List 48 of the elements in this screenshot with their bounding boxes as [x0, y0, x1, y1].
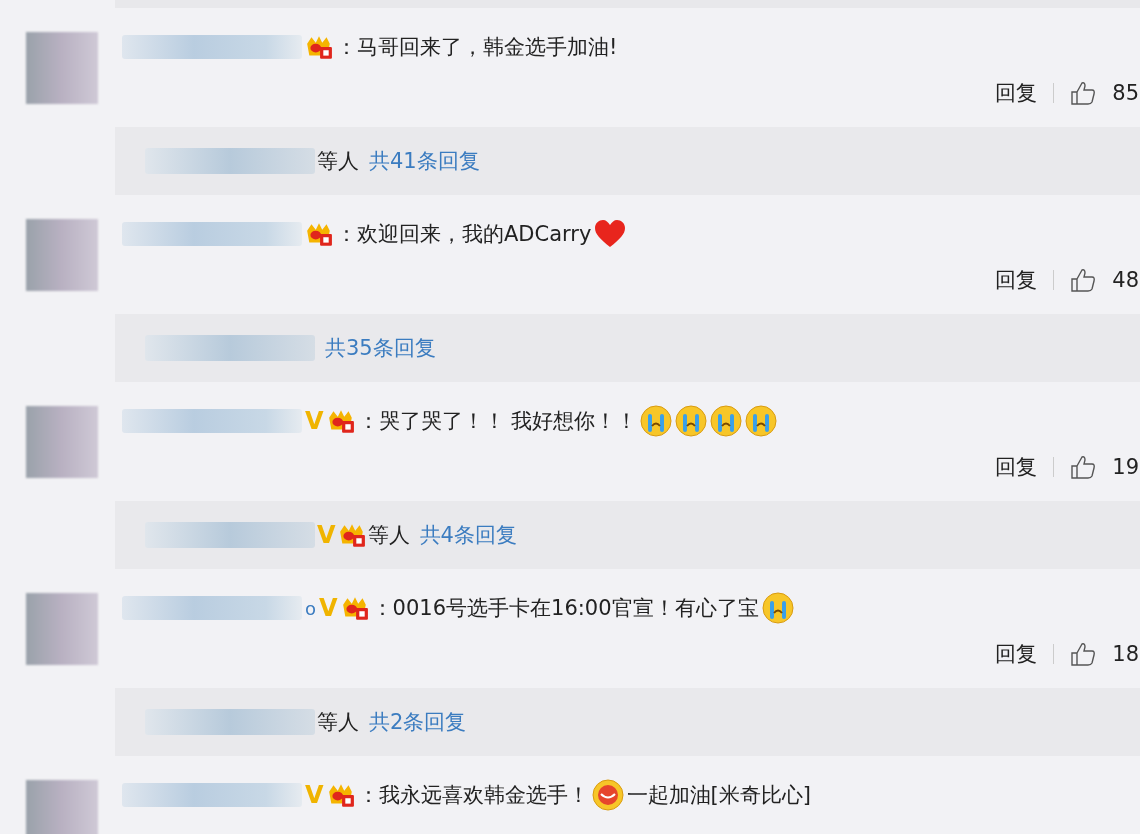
like-count: 18 — [1112, 642, 1139, 666]
avatar-placeholder — [26, 780, 98, 834]
reply-link[interactable]: 回复 — [995, 453, 1038, 481]
comment-text: ：哭了哭了！！ 我好想你！！ — [357, 408, 638, 435]
thumbs-up-icon[interactable] — [1070, 641, 1097, 667]
reply-link[interactable]: 回复 — [995, 640, 1038, 668]
comment-text: ：我永远喜欢韩金选手！ — [357, 782, 589, 809]
crying-face-icon — [640, 405, 673, 437]
comment-text: 一起加油[米奇比心] — [626, 782, 811, 809]
thumbs-up-icon[interactable] — [1070, 454, 1097, 480]
reply-users-text: 等人 — [367, 522, 410, 549]
reply-link[interactable]: 回复 — [995, 79, 1038, 107]
crown-badge-icon — [340, 595, 369, 621]
verified-label: V — [305, 407, 324, 435]
reply-count-link[interactable]: 共35条回复 — [325, 334, 436, 362]
thumbs-up-icon[interactable] — [1070, 267, 1097, 293]
crown-badge-icon — [326, 408, 355, 434]
comment-text: ：0016号选手卡在16:00官宣！有心了宝 — [371, 595, 759, 622]
like-count: 85 — [1112, 81, 1139, 105]
crying-face-icon — [745, 405, 778, 437]
avatar-placeholder — [26, 406, 98, 478]
reply-count-link[interactable]: 共2条回复 — [369, 708, 467, 736]
like-count: 19 — [1112, 455, 1139, 479]
heart-icon — [594, 218, 627, 250]
user-name[interactable]: o — [305, 597, 316, 619]
grinning-face-icon — [591, 779, 624, 811]
reply-count-link[interactable]: 共41条回复 — [369, 147, 480, 175]
crown-badge-icon — [305, 221, 333, 247]
comment-text: ：欢迎回来，我的ADCarry — [336, 221, 592, 248]
verified-label: V — [317, 521, 336, 549]
avatar-placeholder — [26, 593, 98, 665]
verified-label: V — [319, 594, 338, 622]
like-count: 48 — [1112, 268, 1139, 292]
verified-label: V — [305, 781, 324, 809]
comment-text: ：马哥回来了，韩金选手加油! — [336, 34, 618, 61]
reply-users-text: 等人 — [317, 148, 359, 175]
crown-badge-icon — [326, 782, 355, 808]
reply-link[interactable]: 回复 — [995, 266, 1038, 294]
crying-face-icon — [675, 405, 708, 437]
crying-face-icon — [710, 405, 743, 437]
avatar-placeholder — [26, 219, 98, 291]
avatar-placeholder — [26, 32, 98, 104]
crying-face-icon — [761, 592, 794, 624]
reply-users-text: 等人 — [317, 709, 359, 736]
crown-badge-icon — [337, 522, 366, 548]
crown-badge-icon — [305, 34, 333, 60]
reply-count-link[interactable]: 共4条回复 — [419, 521, 517, 549]
thumbs-up-icon[interactable] — [1070, 80, 1097, 106]
